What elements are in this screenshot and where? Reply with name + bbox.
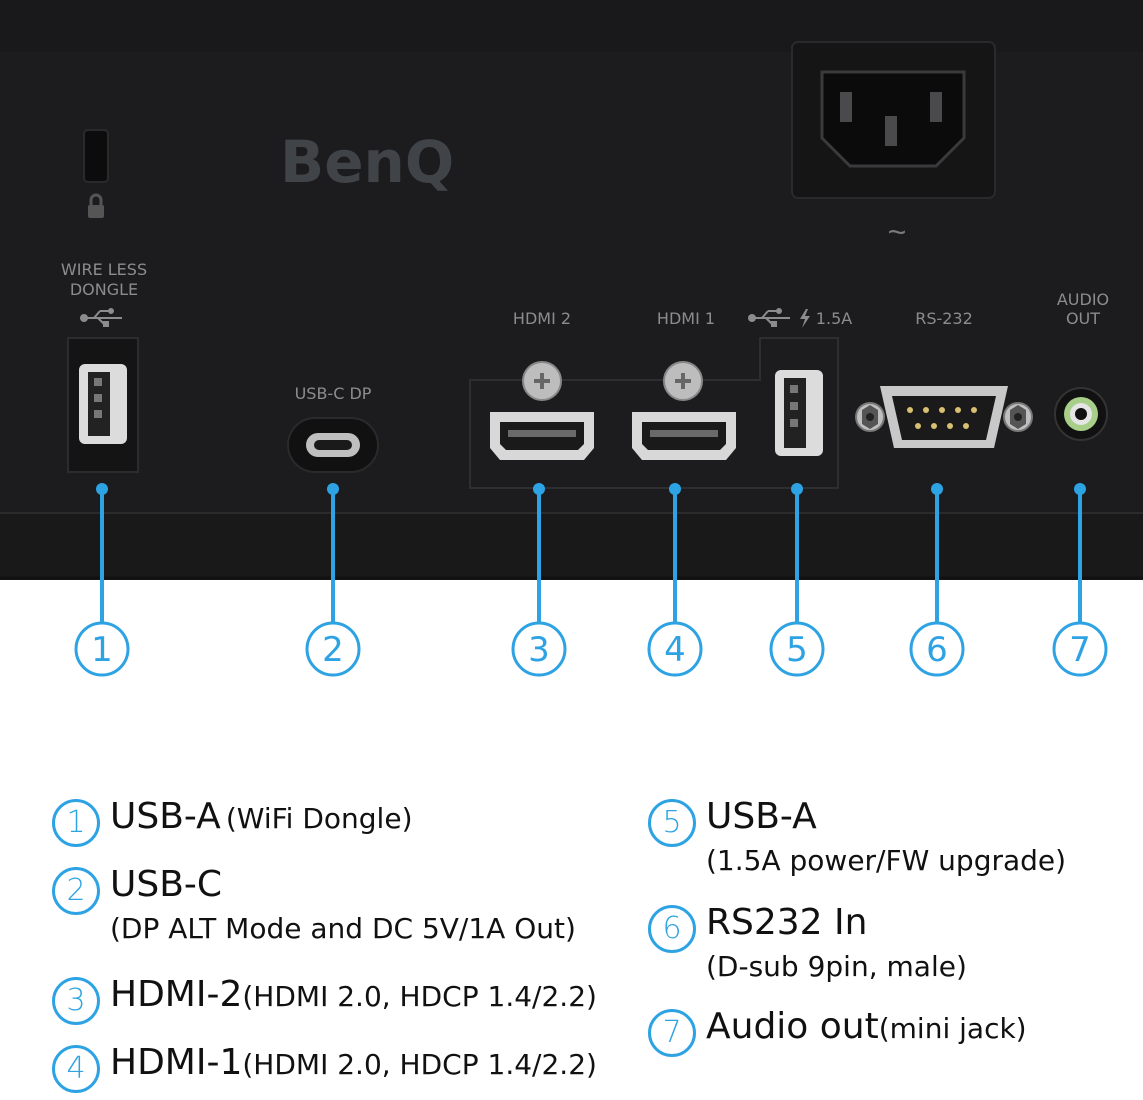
wireless-dongle-label-line1: WIRE LESS: [61, 260, 147, 279]
callout-number-2: 2: [322, 630, 344, 670]
legend-item-7: 7 Audio out(mini jack): [648, 1007, 1027, 1057]
projector-rear-panel-illustration: BenQ ~ WIRE LESS DONGLE USB-C DP HDMI 2 …: [0, 0, 1143, 677]
legend-left-column: 1 USB-A (WiFi Dongle) 2 USB-C (DP ALT Mod…: [52, 797, 642, 1097]
legend-detail-5: (1.5A power/FW upgrade): [706, 844, 1067, 877]
legend-number-3: 3: [52, 977, 100, 1025]
legend-detail-1: (WiFi Dongle): [225, 802, 413, 835]
legend-detail-2: (DP ALT Mode and DC 5V/1A Out): [110, 912, 576, 945]
legend-title-2: USB-C: [110, 864, 223, 905]
rs232-label: RS-232: [915, 309, 973, 328]
callout-number-1: 1: [91, 630, 113, 670]
audio-out-label-line1: AUDIO: [1057, 290, 1109, 309]
legend-title-4: HDMI-1: [110, 1042, 243, 1083]
legend-item-5: 5 USB-A (1.5A power/FW upgrade): [648, 797, 1066, 879]
callout-number-7: 7: [1069, 630, 1091, 670]
usbc-dp-label: USB-C DP: [295, 384, 372, 403]
legend-right-column: 5 USB-A (1.5A power/FW upgrade) 6 RS232 I…: [648, 797, 1128, 1067]
hdmi1-label: HDMI 1: [657, 309, 715, 328]
legend-detail-3: (HDMI 2.0, HDCP 1.4/2.2): [242, 980, 597, 1013]
legend-detail-6: (D-sub 9pin, male): [706, 950, 967, 983]
panel-bottom-edge: [0, 513, 1143, 578]
legend-number-4: 4: [52, 1045, 100, 1093]
legend-title-7: Audio out: [706, 1006, 879, 1047]
legend-item-6: 6 RS232 In (D-sub 9pin, male): [648, 903, 967, 985]
legend-item-2: 2 USB-C (DP ALT Mode and DC 5V/1A Out): [52, 865, 576, 947]
callout-number-3: 3: [528, 630, 550, 670]
legend-item-3: 3 HDMI-2(HDMI 2.0, HDCP 1.4/2.2): [52, 975, 597, 1025]
callout-number-5: 5: [786, 630, 808, 670]
ac-symbol: ~: [888, 214, 907, 250]
legend-detail-4: (HDMI 2.0, HDCP 1.4/2.2): [242, 1048, 597, 1081]
audio-out-jack: [1054, 387, 1108, 441]
usb-power-label: 1.5A: [816, 309, 852, 328]
callout-number-4: 4: [664, 630, 686, 670]
legend-number-5: 5: [648, 799, 696, 847]
brand-logo: BenQ: [280, 128, 454, 196]
legend-number-2: 2: [52, 867, 100, 915]
audio-out-label-line2: OUT: [1066, 309, 1100, 328]
legend-title-6: RS232 In: [706, 902, 868, 943]
legend-detail-7: (mini jack): [878, 1012, 1027, 1045]
kensington-slot: [83, 129, 109, 183]
hdmi2-label: HDMI 2: [513, 309, 571, 328]
legend-number-6: 6: [648, 905, 696, 953]
legend-item-4: 4 HDMI-1(HDMI 2.0, HDCP 1.4/2.2): [52, 1043, 597, 1093]
legend-item-1: 1 USB-A (WiFi Dongle): [52, 797, 413, 847]
legend-number-7: 7: [648, 1009, 696, 1057]
legend-title-5: USB-A: [706, 796, 817, 837]
callout-number-6: 6: [926, 630, 948, 670]
wireless-dongle-label-line2: DONGLE: [70, 280, 138, 299]
legend-number-1: 1: [52, 799, 100, 847]
legend-title-3: HDMI-2: [110, 974, 243, 1015]
legend-title-1: USB-A: [110, 796, 221, 837]
